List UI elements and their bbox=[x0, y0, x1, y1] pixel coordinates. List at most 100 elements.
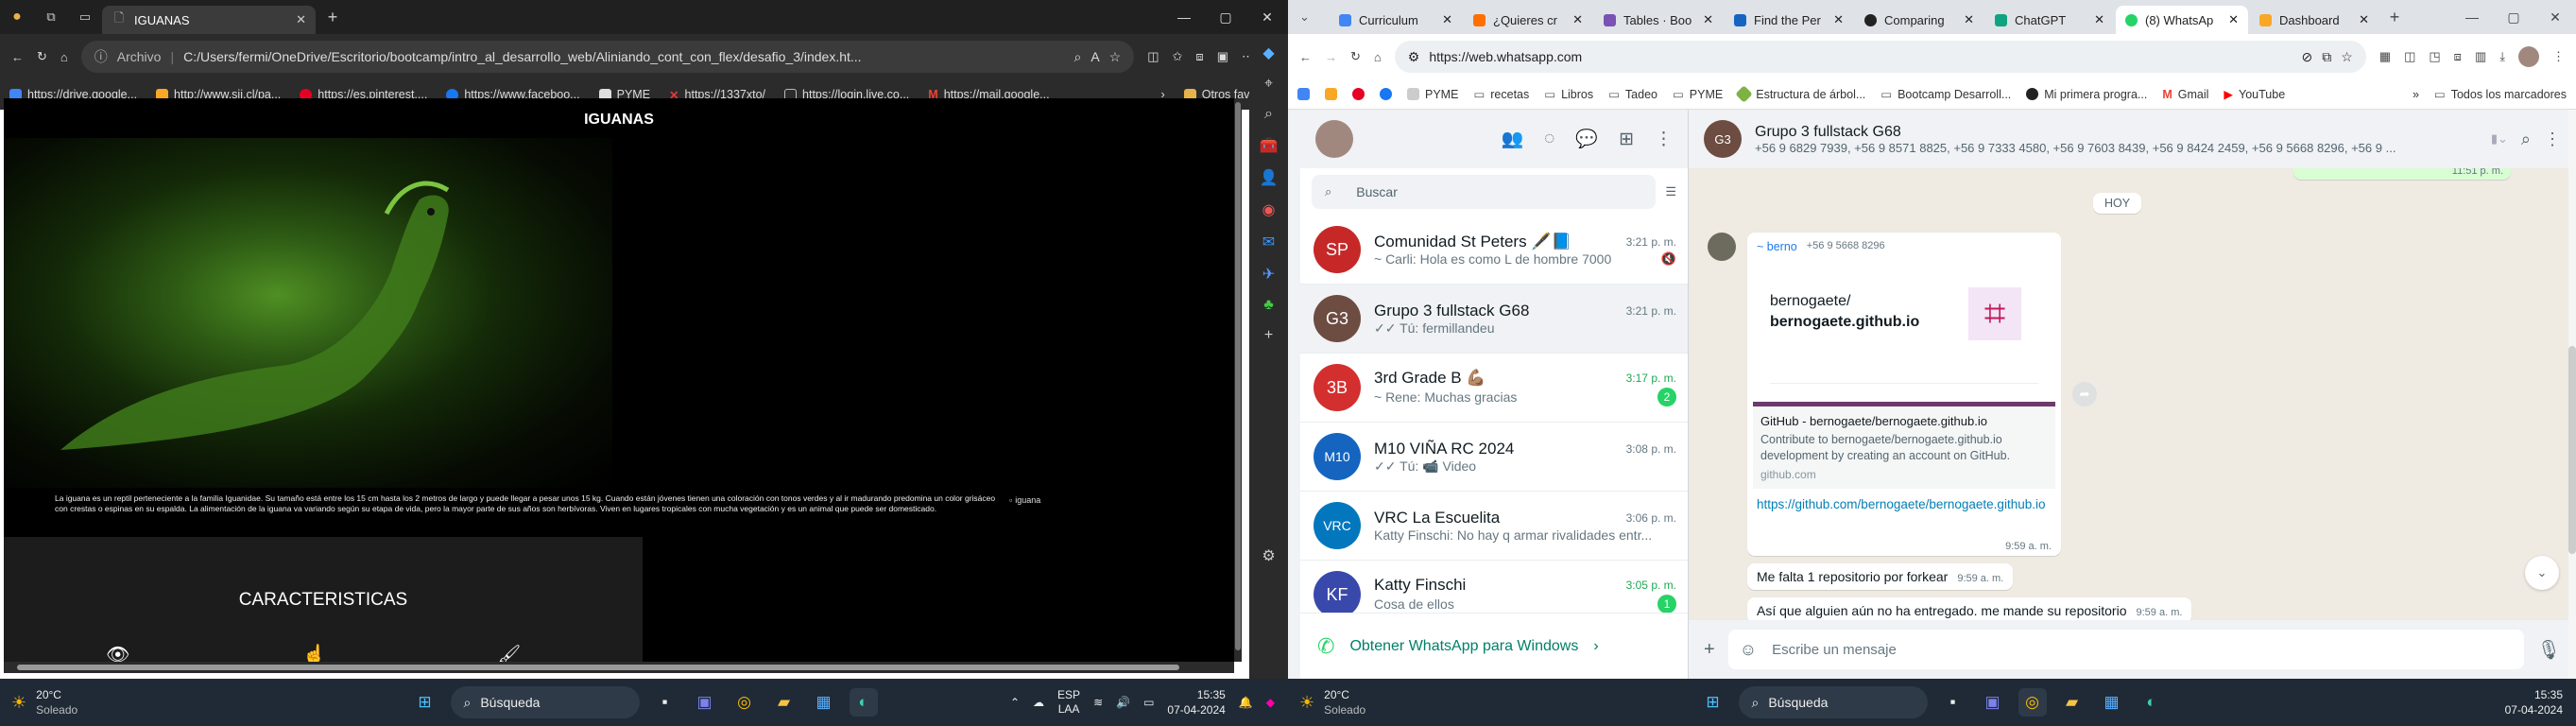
wifi-icon[interactable]: ≋ bbox=[1093, 696, 1103, 709]
menu-icon[interactable]: ⋮ bbox=[2544, 130, 2561, 149]
vertical-scrollbar[interactable] bbox=[1234, 98, 1242, 662]
maximize-icon[interactable]: ▢ bbox=[1205, 9, 1246, 26]
extension-icon[interactable]: ◫ bbox=[2404, 49, 2415, 64]
copilot-taskbar-icon[interactable]: ◆ bbox=[1266, 696, 1275, 709]
group-avatar[interactable]: G3 bbox=[1704, 120, 1742, 158]
address-bar[interactable]: ⚙ https://web.whatsapp.com ⊘ ⧉ ☆ bbox=[1394, 41, 2366, 73]
chat-search[interactable]: ⌕ Buscar bbox=[1312, 175, 1657, 209]
chat-item-active[interactable]: G3 Grupo 3 fullstack G68 3:21 p. m. ✓✓ Tú… bbox=[1300, 285, 1688, 354]
chrome-icon[interactable]: ◎ bbox=[2018, 688, 2047, 717]
back-icon[interactable]: ← bbox=[11, 50, 24, 64]
chat-item[interactable]: KF Katty Finschi 3:05 p. m. Cosa de ellos… bbox=[1300, 561, 1688, 613]
favorites-icon[interactable]: ✩ bbox=[1173, 49, 1183, 64]
microphone-icon[interactable]: 🎙 bbox=[2537, 638, 2561, 662]
zoom-icon[interactable]: ⌕ bbox=[1073, 49, 1081, 65]
close-window-icon[interactable]: ✕ bbox=[1246, 9, 1288, 26]
page-scrollbar[interactable] bbox=[2568, 110, 2576, 679]
tab[interactable]: Comparing ✕ bbox=[1855, 6, 1984, 34]
bookmark-item[interactable]: Mi primera progra... bbox=[2026, 88, 2147, 101]
channels-icon[interactable]: 💬 bbox=[1575, 128, 1598, 150]
star-icon[interactable]: ☆ bbox=[2341, 49, 2353, 65]
profile-avatar[interactable] bbox=[2518, 46, 2539, 67]
volume-icon[interactable]: 🔊 bbox=[1116, 696, 1130, 709]
bookmark-folder[interactable]: ▭ recetas bbox=[1473, 87, 1529, 102]
workspaces-icon[interactable]: ⧉ bbox=[34, 9, 68, 25]
search-sidebar-icon[interactable]: ⌕ bbox=[1264, 106, 1273, 123]
tab[interactable]: ChatGPT ✕ bbox=[1985, 6, 2114, 34]
maximize-icon[interactable]: ▢ bbox=[2493, 9, 2534, 26]
video-call-icon[interactable]: ▮⌄ bbox=[2491, 131, 2508, 147]
battery-icon[interactable]: ▭ bbox=[1143, 696, 1154, 709]
office-icon[interactable]: ◉ bbox=[1262, 200, 1276, 219]
copilot-sidebar-icon[interactable]: ◆ bbox=[1262, 43, 1274, 62]
bookmark-item[interactable]: Estructura de árbol... bbox=[1735, 85, 1865, 103]
close-tab-icon[interactable]: ✕ bbox=[296, 12, 306, 27]
shopping-icon[interactable]: 🧰 bbox=[1260, 136, 1279, 155]
language-indicator[interactable]: ESP LAA bbox=[1057, 688, 1080, 717]
taskbar-search[interactable]: ⌕ Búsqueda bbox=[1738, 686, 1928, 718]
split-icon[interactable]: ◫ bbox=[1147, 49, 1159, 64]
pinterest-icon[interactable] bbox=[1352, 88, 1365, 100]
favorite-star-icon[interactable]: ☆ bbox=[1109, 49, 1122, 65]
get-app-banner[interactable]: ✆ Obtener WhatsApp para Windows › bbox=[1300, 613, 1688, 679]
widgets-icon[interactable]: ▪ bbox=[1939, 688, 1967, 717]
minimize-icon[interactable]: — bbox=[2451, 9, 2493, 25]
start-icon[interactable]: ⊞ bbox=[411, 688, 439, 717]
tab-whatsapp[interactable]: (8) WhatsAp ✕ bbox=[2116, 6, 2248, 34]
bookmark-item[interactable]: ▶ YouTube bbox=[2224, 87, 2285, 102]
extensions-icon[interactable]: ⧈ bbox=[1195, 49, 1203, 64]
chat-item[interactable]: VRC VRC La Escuelita 3:06 p. m. Katty Fin… bbox=[1300, 492, 1688, 561]
link-card[interactable]: GitHub - bernogaete/bernogaete.github.io… bbox=[1753, 406, 2055, 489]
status-icon[interactable]: ◌ bbox=[1544, 129, 1554, 149]
collections-icon[interactable]: ▣ bbox=[1217, 49, 1228, 64]
tree-icon[interactable]: ♣ bbox=[1263, 297, 1274, 314]
bookmark-item[interactable]: PYME bbox=[1407, 88, 1458, 101]
group-title[interactable]: Grupo 3 fullstack G68 bbox=[1755, 124, 2478, 141]
tab[interactable]: ¿Quieres cr ✕ bbox=[1464, 6, 1592, 34]
teams-icon[interactable]: ▣ bbox=[691, 688, 719, 717]
weather-widget[interactable]: ☀ 20°C Soleado bbox=[11, 687, 77, 717]
store-icon[interactable]: ▦ bbox=[810, 688, 838, 717]
outlook-icon[interactable]: ✉ bbox=[1262, 233, 1275, 251]
link-preview-image[interactable]: bernogaete/ bernogaete.github.io ⌗ bbox=[1753, 261, 2055, 406]
extension-icon[interactable]: ▦ bbox=[2379, 49, 2391, 64]
bookmark-folder[interactable]: ▭ Tadeo bbox=[1608, 87, 1657, 102]
sidebar-icon[interactable]: ▥ bbox=[2475, 49, 2486, 64]
store-icon[interactable]: ▦ bbox=[2098, 688, 2126, 717]
chevron-icon[interactable]: » bbox=[2413, 88, 2419, 101]
refresh-icon[interactable]: ↻ bbox=[1350, 49, 1361, 64]
tab[interactable]: Tables · Boo ✕ bbox=[1594, 6, 1723, 34]
chat-item[interactable]: SP Comunidad St Peters 🖋️📘 3:21 p. m. ~ C… bbox=[1300, 216, 1688, 285]
camera-off-icon[interactable]: ⊘ bbox=[2301, 49, 2312, 65]
weather-widget[interactable]: ☀ 20°C Soleado bbox=[1299, 687, 1365, 717]
explorer-icon[interactable]: ▰ bbox=[770, 688, 799, 717]
home-icon[interactable]: ⌂ bbox=[1374, 50, 1382, 64]
tab[interactable]: Dashboard ✕ bbox=[2250, 6, 2379, 34]
settings-icon[interactable]: ⚙ bbox=[1262, 546, 1275, 565]
new-tab-icon[interactable]: + bbox=[316, 8, 350, 27]
onedrive-icon[interactable]: ☁ bbox=[1033, 696, 1044, 709]
notification-icon[interactable]: 🔔 bbox=[1239, 696, 1253, 709]
sii-icon[interactable] bbox=[1325, 88, 1337, 100]
bookmark-folder[interactable]: ▭ PYME bbox=[1673, 87, 1723, 102]
new-chat-icon[interactable]: ⊞ bbox=[1619, 129, 1634, 150]
chat-item[interactable]: M10 M10 VIÑA RC 2024 3:08 p. m. ✓✓ Tú: 📹 … bbox=[1300, 423, 1688, 492]
tab-search-icon[interactable]: ⌄ bbox=[1299, 9, 1310, 25]
emoji-icon[interactable]: ☺ bbox=[1740, 640, 1757, 660]
horizontal-scrollbar[interactable] bbox=[4, 662, 1234, 673]
widgets-icon[interactable]: ▪ bbox=[651, 688, 679, 717]
refresh-icon[interactable]: ↻ bbox=[37, 49, 47, 64]
facebook-icon[interactable] bbox=[1380, 88, 1392, 100]
puzzle-icon[interactable]: ⧈ bbox=[2454, 49, 2462, 64]
attach-icon[interactable]: + bbox=[1704, 639, 1715, 661]
bookmark-folder[interactable]: ▭ Libros bbox=[1544, 87, 1593, 102]
scroll-down-button[interactable]: ⌄ bbox=[2525, 556, 2559, 590]
tab-actions-icon[interactable]: ▭ bbox=[68, 9, 102, 25]
communities-icon[interactable]: 👥 bbox=[1501, 128, 1523, 150]
message-input[interactable]: ☺ Escribe un mensaje bbox=[1727, 630, 2524, 669]
download-icon[interactable]: ⤓ bbox=[2499, 49, 2505, 64]
minimize-icon[interactable]: — bbox=[1163, 9, 1205, 25]
clock[interactable]: 15:35 07-04-2024 bbox=[2505, 687, 2563, 717]
address-bar[interactable]: ⓘ Archivo | C:/Users/fermi/OneDrive/Escr… bbox=[80, 41, 1135, 73]
bookmark-item[interactable]: M Gmail bbox=[2162, 88, 2208, 101]
